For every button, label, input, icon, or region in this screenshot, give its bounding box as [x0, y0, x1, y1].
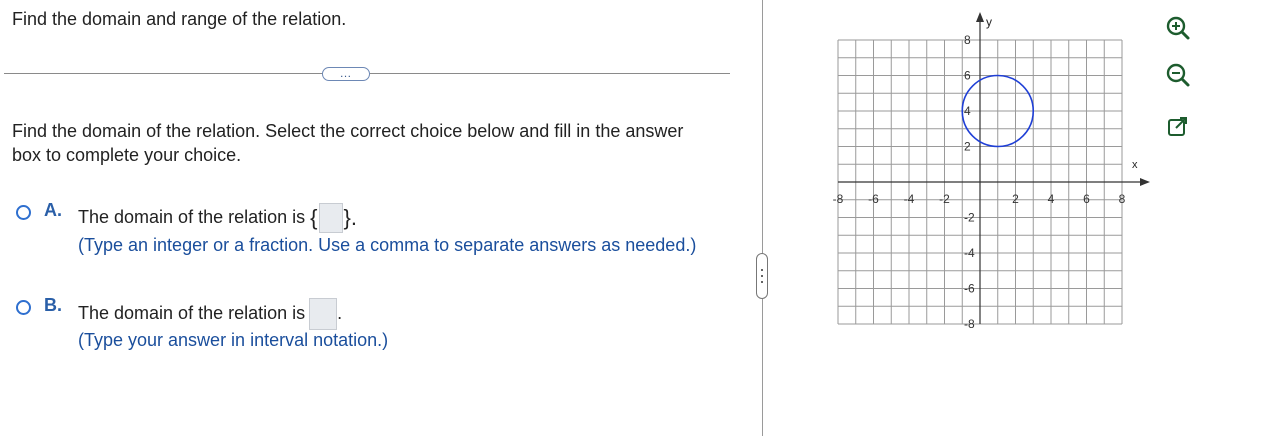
x-tick-label: 6: [1083, 192, 1090, 206]
y-tick-label: -4: [964, 246, 975, 260]
x-tick-label: -8: [833, 192, 844, 206]
x-axis-arrow: [1140, 178, 1150, 186]
y-axis-arrow: [976, 12, 984, 22]
popout-button[interactable]: [1165, 114, 1191, 140]
y-tick-label: -2: [964, 211, 975, 225]
zoom-out-button[interactable]: [1165, 62, 1191, 88]
axes-layer: [838, 12, 1150, 324]
x-tick-label: -4: [904, 192, 915, 206]
y-tick-label: 2: [964, 140, 971, 154]
zoom-in-button[interactable]: [1165, 15, 1191, 41]
x-tick-label: 8: [1119, 192, 1126, 206]
zoom-out-icon: [1166, 63, 1190, 87]
popout-icon: [1168, 117, 1187, 136]
zoom-in-icon: [1166, 16, 1190, 40]
y-axis-label: y: [986, 15, 992, 29]
y-tick-label: 4: [964, 104, 971, 118]
x-axis-label: x: [1132, 159, 1138, 171]
x-tick-label: 2: [1012, 192, 1019, 206]
x-tick-label: -6: [868, 192, 879, 206]
y-tick-label: 8: [964, 33, 971, 47]
y-tick-label: 6: [964, 69, 971, 83]
x-tick-label: -2: [939, 192, 950, 206]
x-tick-label: 4: [1048, 192, 1055, 206]
y-tick-label: -8: [964, 317, 975, 331]
y-tick-label: -6: [964, 282, 975, 296]
coordinate-graph: -8 -6 -4 -2 2 4 6 8 8 6 4 2 -2 -4 -6 -8 x y: [833, 12, 1150, 331]
